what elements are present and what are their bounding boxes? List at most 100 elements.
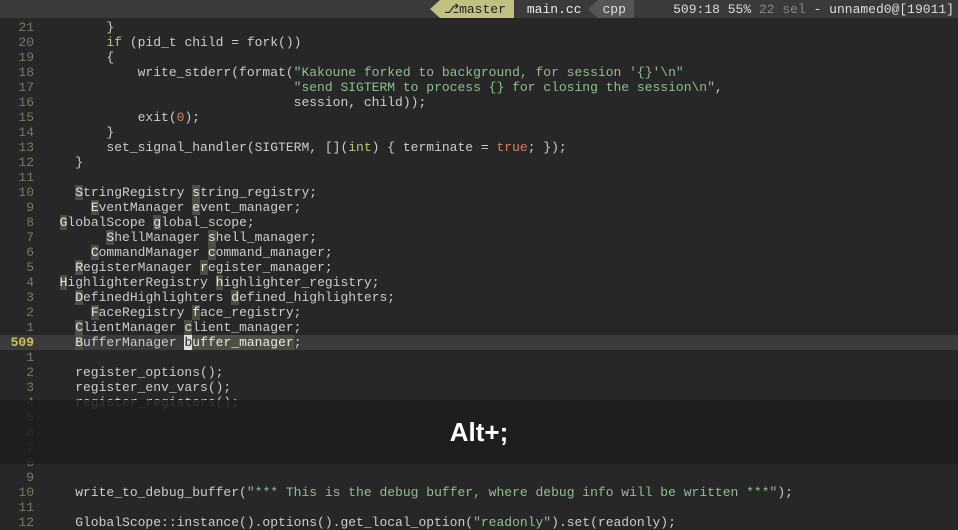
line-number: 1 [0, 350, 44, 365]
code-line[interactable]: 2 register_options(); [0, 365, 958, 380]
code-line[interactable]: 11 [0, 170, 958, 185]
line-number: 19 [0, 50, 44, 65]
cursor-position: 509:18 [673, 2, 720, 17]
code-line[interactable]: 14 } [0, 125, 958, 140]
code-line[interactable]: 16 session, child)); [0, 95, 958, 110]
code-line[interactable]: 4 HighlighterRegistry highlighter_regist… [0, 275, 958, 290]
line-number: 509 [0, 335, 44, 350]
line-number: 8 [0, 215, 44, 230]
code-line[interactable]: 9 [0, 470, 958, 485]
code-line[interactable]: 20 if (pid_t child = fork()) [0, 35, 958, 50]
line-number: 10 [0, 185, 44, 200]
line-number: 21 [0, 20, 44, 35]
code-content[interactable]: if (pid_t child = fork()) [44, 35, 301, 50]
line-number: 16 [0, 95, 44, 110]
line-number: 14 [0, 125, 44, 140]
branch-icon: ⎇ [444, 2, 459, 17]
code-content[interactable]: StringRegistry string_registry; [44, 185, 317, 200]
line-number: 1 [0, 320, 44, 335]
key-overlay-text: Alt+; [450, 425, 509, 440]
code-line[interactable]: 12 } [0, 155, 958, 170]
code-line[interactable]: 9 EventManager event_manager; [0, 200, 958, 215]
code-content[interactable]: GlobalScope global_scope; [44, 215, 255, 230]
code-line[interactable]: 5 RegisterManager register_manager; [0, 260, 958, 275]
code-content[interactable]: register_env_vars(); [44, 380, 231, 395]
line-number: 9 [0, 470, 44, 485]
key-overlay: Alt+; [0, 400, 958, 464]
code-line[interactable]: 12 GlobalScope::instance().options().get… [0, 515, 958, 530]
code-line[interactable]: 15 exit(0); [0, 110, 958, 125]
code-line[interactable]: 10 StringRegistry string_registry; [0, 185, 958, 200]
line-number: 3 [0, 380, 44, 395]
code-content[interactable]: FaceRegistry face_registry; [44, 305, 301, 320]
file-segment: main.cc [523, 0, 590, 18]
line-number: 2 [0, 365, 44, 380]
code-content[interactable]: CommandManager command_manager; [44, 245, 333, 260]
client-info: - unnamed0@[19011] [806, 2, 954, 17]
code-content[interactable]: DefinedHighlighters defined_highlighters… [44, 290, 395, 305]
code-content[interactable]: write_stderr(format("Kakoune forked to b… [44, 65, 684, 80]
code-content[interactable]: EventManager event_manager; [44, 200, 301, 215]
code-content[interactable]: register_options(); [44, 365, 223, 380]
selection-count: 22 sel [759, 2, 806, 17]
code-line[interactable]: 13 set_signal_handler(SIGTERM, [](int) {… [0, 140, 958, 155]
code-line[interactable]: 6 CommandManager command_manager; [0, 245, 958, 260]
line-number: 10 [0, 485, 44, 500]
code-content[interactable]: RegisterManager register_manager; [44, 260, 333, 275]
code-line[interactable]: 1 ClientManager client_manager; [0, 320, 958, 335]
line-number: 20 [0, 35, 44, 50]
powerline-arrow-icon [588, 0, 598, 18]
branch-segment: ⎇ master [440, 0, 514, 18]
language-name: cpp [602, 2, 625, 17]
code-line[interactable]: 3 DefinedHighlighters defined_highlighte… [0, 290, 958, 305]
powerline-arrow-icon [430, 0, 440, 18]
code-line[interactable]: 7 ShellManager shell_manager; [0, 230, 958, 245]
code-line[interactable]: 509 BufferManager buffer_manager; [0, 335, 958, 350]
line-number: 9 [0, 200, 44, 215]
code-line[interactable]: 18 write_stderr(format("Kakoune forked t… [0, 65, 958, 80]
line-number: 15 [0, 110, 44, 125]
code-content[interactable]: ShellManager shell_manager; [44, 230, 317, 245]
scroll-percent: 55% [728, 2, 751, 17]
code-content[interactable]: set_signal_handler(SIGTERM, [](int) { te… [44, 140, 567, 155]
code-line[interactable]: 1 [0, 350, 958, 365]
line-number: 12 [0, 515, 44, 530]
code-content[interactable]: { [44, 50, 114, 65]
branch-name: master [459, 2, 506, 17]
code-content[interactable]: "send SIGTERM to process {} for closing … [44, 80, 723, 95]
language-segment: cpp [598, 0, 633, 18]
line-number: 11 [0, 170, 44, 185]
line-number: 11 [0, 500, 44, 515]
code-line[interactable]: 8 GlobalScope global_scope; [0, 215, 958, 230]
code-line[interactable]: 19 { [0, 50, 958, 65]
code-line[interactable]: 2 FaceRegistry face_registry; [0, 305, 958, 320]
code-line[interactable]: 10 write_to_debug_buffer("*** This is th… [0, 485, 958, 500]
powerline-arrow-icon [513, 0, 523, 18]
line-number: 4 [0, 275, 44, 290]
line-number: 13 [0, 140, 44, 155]
code-content[interactable]: ClientManager client_manager; [44, 320, 301, 335]
code-content[interactable]: } [44, 155, 83, 170]
file-name: main.cc [527, 2, 582, 17]
code-line[interactable]: 11 [0, 500, 958, 515]
code-content[interactable]: write_to_debug_buffer("*** This is the d… [44, 485, 793, 500]
code-content[interactable]: session, child)); [44, 95, 426, 110]
line-number: 6 [0, 245, 44, 260]
code-line[interactable]: 17 "send SIGTERM to process {} for closi… [0, 80, 958, 95]
line-number: 18 [0, 65, 44, 80]
status-bar: ⎇ master main.cc cpp 509:18 55% 22 sel -… [0, 0, 958, 18]
code-content[interactable]: GlobalScope::instance().options().get_lo… [44, 515, 676, 530]
line-number: 12 [0, 155, 44, 170]
code-content[interactable]: exit(0); [44, 110, 200, 125]
line-number: 5 [0, 260, 44, 275]
line-number: 2 [0, 305, 44, 320]
code-line[interactable]: 3 register_env_vars(); [0, 380, 958, 395]
line-number: 7 [0, 230, 44, 245]
code-line[interactable]: 21 } [0, 20, 958, 35]
code-content[interactable]: } [44, 125, 114, 140]
line-number: 17 [0, 80, 44, 95]
code-content[interactable]: BufferManager buffer_manager; [44, 335, 302, 350]
line-number: 3 [0, 290, 44, 305]
code-content[interactable]: } [44, 20, 114, 35]
code-content[interactable]: HighlighterRegistry highlighter_registry… [44, 275, 380, 290]
